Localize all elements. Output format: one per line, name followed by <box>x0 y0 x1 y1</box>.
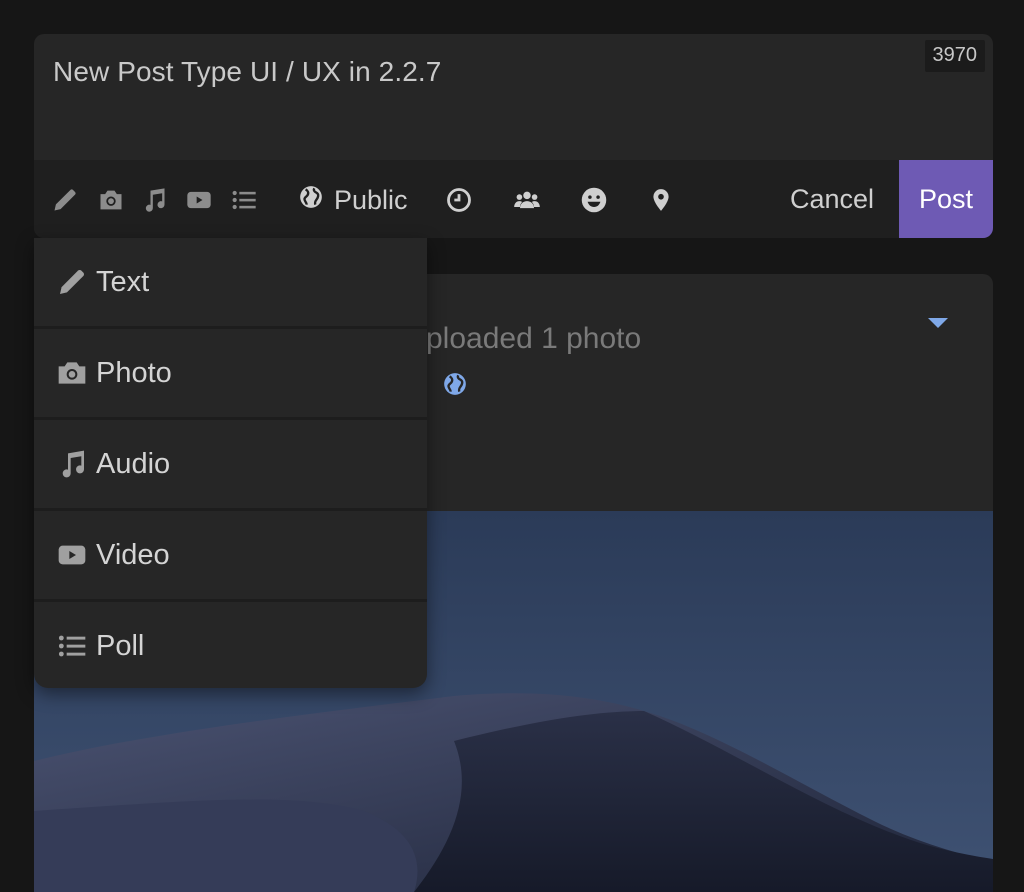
globe-icon <box>442 371 468 397</box>
menu-item-label: Text <box>96 265 150 298</box>
menu-item-audio[interactable]: Audio <box>34 420 427 511</box>
clock-icon[interactable] <box>445 186 473 214</box>
menu-item-label: Photo <box>96 356 172 389</box>
post-activity-text: ploaded 1 photo <box>426 322 642 355</box>
menu-item-text[interactable]: Text <box>34 238 427 329</box>
camera-icon <box>56 357 88 389</box>
globe-icon <box>298 184 324 217</box>
menu-item-label: Video <box>96 538 170 571</box>
visibility-selector[interactable]: Public <box>298 184 408 217</box>
list-icon <box>56 630 88 662</box>
location-pin-icon[interactable] <box>648 186 674 214</box>
pencil-icon <box>56 266 88 298</box>
video-icon <box>56 539 88 571</box>
menu-item-label: Audio <box>96 447 171 480</box>
menu-item-video[interactable]: Video <box>34 511 427 602</box>
visibility-label: Public <box>334 185 408 215</box>
menu-item-label: Poll <box>96 629 145 662</box>
character-counter: 3970 <box>924 40 985 72</box>
music-icon <box>56 448 88 480</box>
post-options-caret-icon[interactable] <box>928 318 948 328</box>
smiley-icon[interactable] <box>579 186 609 214</box>
post-type-menu: Text Photo Audio Video Poll <box>34 238 427 688</box>
list-icon[interactable] <box>229 186 259 214</box>
post-button[interactable]: Post <box>899 160 993 238</box>
post-text-input[interactable]: New Post Type UI / UX in 2.2.7 <box>53 56 441 88</box>
music-icon[interactable] <box>140 186 168 214</box>
users-icon[interactable] <box>511 186 543 214</box>
camera-icon[interactable] <box>95 186 127 214</box>
post-composer: New Post Type UI / UX in 2.2.7 3970 Publ… <box>34 34 993 238</box>
composer-toolbar: Public Cancel Post <box>34 160 993 238</box>
menu-item-photo[interactable]: Photo <box>34 329 427 420</box>
pencil-icon[interactable] <box>51 186 79 214</box>
cancel-button[interactable]: Cancel <box>790 184 874 215</box>
menu-item-poll[interactable]: Poll <box>34 602 427 688</box>
video-icon[interactable] <box>184 186 214 214</box>
